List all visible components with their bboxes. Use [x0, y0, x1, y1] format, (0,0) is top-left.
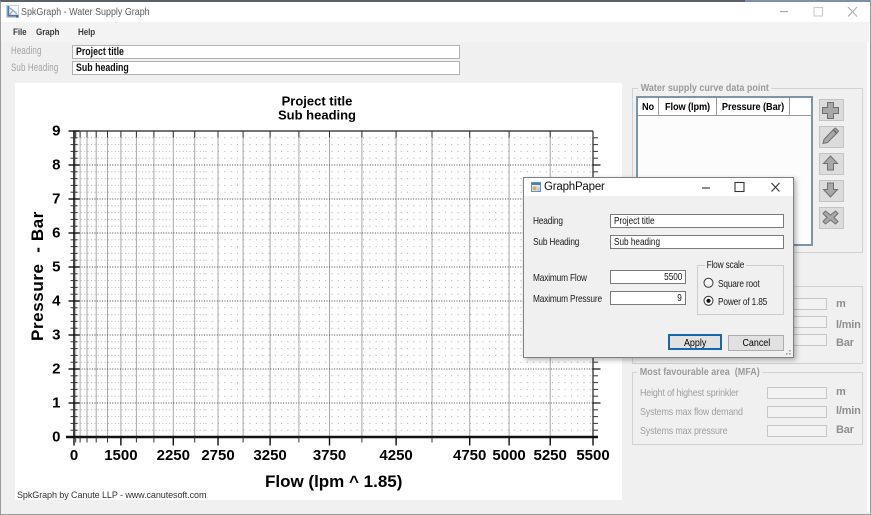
svg-text:2750: 2750	[201, 447, 234, 464]
svg-text:1: 1	[52, 395, 60, 412]
svg-text:5250: 5250	[534, 447, 567, 464]
svg-text:2250: 2250	[157, 447, 190, 464]
svg-text:4750: 4750	[453, 447, 486, 464]
svg-text:9: 9	[52, 123, 60, 140]
svg-text:Flow (lpm ^ 1.85): Flow (lpm ^ 1.85)	[265, 472, 402, 491]
svg-text:1500: 1500	[104, 447, 137, 464]
svg-text:Pressure - Bar: Pressure - Bar	[28, 211, 47, 341]
svg-text:7: 7	[52, 191, 60, 208]
svg-text:4: 4	[52, 293, 61, 310]
svg-text:5000: 5000	[492, 447, 525, 464]
svg-text:3: 3	[52, 327, 60, 344]
svg-text:8: 8	[52, 157, 60, 174]
svg-text:4250: 4250	[379, 447, 412, 464]
svg-text:3250: 3250	[253, 447, 286, 464]
svg-text:0: 0	[52, 429, 60, 446]
svg-text:0: 0	[70, 447, 78, 464]
svg-text:6: 6	[52, 225, 60, 242]
svg-text:5500: 5500	[576, 447, 609, 464]
svg-text:Project title: Project title	[282, 94, 353, 109]
svg-text:3750: 3750	[313, 447, 346, 464]
svg-text:5: 5	[52, 259, 60, 276]
svg-text:2: 2	[52, 361, 60, 378]
svg-text:Sub heading: Sub heading	[278, 108, 356, 123]
